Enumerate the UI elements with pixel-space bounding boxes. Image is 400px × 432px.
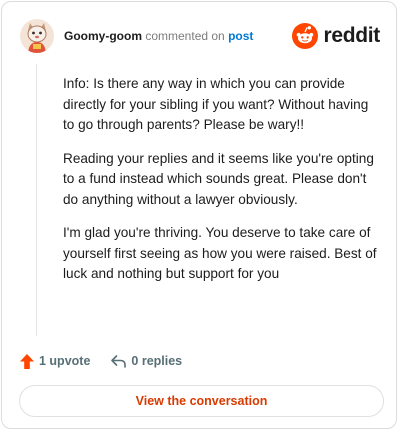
reddit-logo[interactable]: reddit: [292, 23, 380, 49]
post-link[interactable]: post: [228, 29, 253, 43]
byline: Goomy-goom commented on post: [64, 28, 253, 44]
upvote-button[interactable]: 1 upvote: [19, 353, 90, 370]
view-conversation-button[interactable]: View the conversation: [19, 385, 384, 417]
comment-body: Info: Is there any way in which you can …: [63, 74, 383, 298]
comment-footer: 1 upvote 0 replies: [19, 351, 202, 371]
byline-action: commented on: [145, 29, 225, 43]
username[interactable]: Goomy-goom: [64, 29, 142, 43]
comment-card: Goomy-goom commented on post reddit Info…: [1, 1, 397, 429]
upvote-count: 1 upvote: [39, 354, 91, 368]
reddit-snoo-icon: [292, 23, 319, 49]
replies-button[interactable]: 0 replies: [110, 354, 182, 369]
comment-header: Goomy-goom commented on post reddit: [20, 19, 382, 53]
reply-arrow-icon: [111, 354, 127, 368]
upvote-arrow-icon: [20, 353, 34, 369]
brand-name: reddit: [323, 24, 380, 47]
replies-count: 0 replies: [131, 354, 183, 368]
avatar-image: [20, 19, 54, 53]
comment-paragraph: Info: Is there any way in which you can …: [63, 76, 369, 132]
comment-paragraph: I'm glad you're thriving. You deserve to…: [63, 225, 377, 281]
comment-paragraph: Reading your replies and it seems like y…: [63, 150, 374, 207]
avatar[interactable]: [20, 19, 54, 53]
thread-line: [36, 64, 37, 336]
